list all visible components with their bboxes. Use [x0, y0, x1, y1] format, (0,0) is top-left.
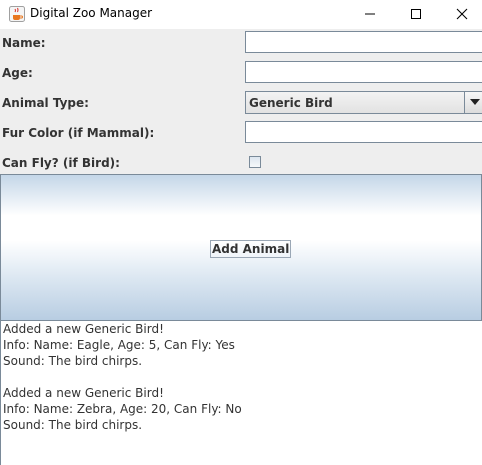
- close-button[interactable]: [439, 0, 482, 29]
- fur-color-field[interactable]: [245, 121, 482, 143]
- age-label: Age:: [2, 66, 33, 80]
- java-cup-icon: [9, 6, 25, 22]
- title-bar: Digital Zoo Manager: [0, 0, 482, 29]
- animal-type-selected: Generic Bird: [249, 96, 333, 110]
- output-line: Added a new Generic Bird!: [3, 322, 164, 336]
- output-line: Info: Name: Eagle, Age: 5, Can Fly: Yes: [3, 338, 235, 352]
- minimize-icon: [365, 13, 375, 15]
- add-animal-button[interactable]: Add Animal: [0, 174, 482, 321]
- add-animal-button-label: Add Animal: [210, 240, 292, 258]
- window-title: Digital Zoo Manager: [30, 6, 153, 20]
- output-line: Sound: The bird chirps.: [3, 354, 143, 368]
- name-label: Name:: [2, 36, 46, 50]
- minimize-button[interactable]: [347, 0, 393, 29]
- can-fly-checkbox[interactable]: [249, 156, 261, 168]
- age-field[interactable]: [245, 61, 482, 83]
- can-fly-label: Can Fly? (if Bird):: [2, 156, 120, 170]
- name-field[interactable]: [245, 31, 482, 53]
- maximize-icon: [411, 9, 421, 19]
- output-line: Sound: The bird chirps.: [3, 418, 143, 432]
- close-icon: [456, 8, 468, 20]
- fur-color-label: Fur Color (if Mammal):: [2, 126, 155, 140]
- animal-type-select[interactable]: Generic Bird: [245, 91, 482, 114]
- output-text-area[interactable]: Added a new Generic Bird! Info: Name: Ea…: [0, 321, 482, 465]
- chevron-down-icon: [470, 99, 480, 105]
- maximize-button[interactable]: [393, 0, 439, 29]
- output-line: Added a new Generic Bird!: [3, 386, 164, 400]
- animal-type-dropdown-button[interactable]: [464, 92, 482, 113]
- output-line: Info: Name: Zebra, Age: 20, Can Fly: No: [3, 402, 242, 416]
- animal-type-label: Animal Type:: [2, 96, 89, 110]
